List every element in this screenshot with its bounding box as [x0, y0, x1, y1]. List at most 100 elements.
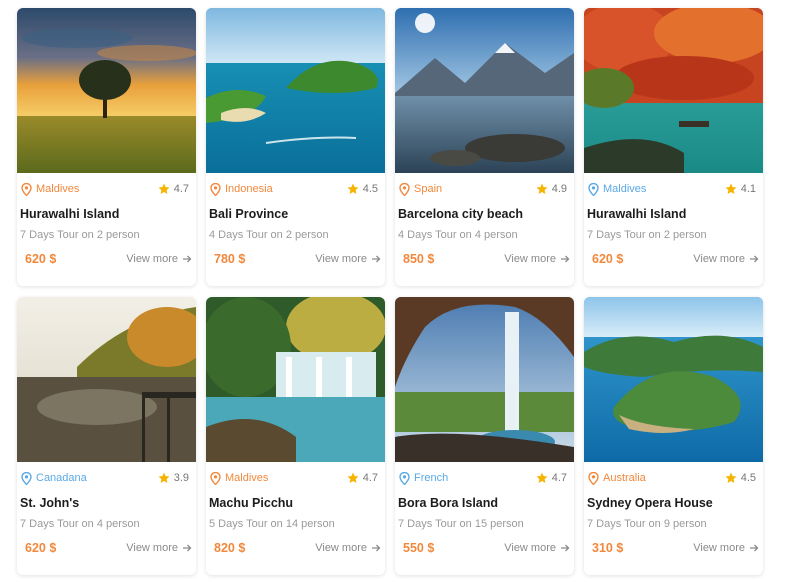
- tour-price: 620 $: [592, 252, 624, 266]
- tour-price: 620 $: [25, 541, 57, 555]
- view-more-label: View more: [504, 253, 556, 265]
- view-more-link[interactable]: View more: [315, 542, 381, 554]
- location-pin-icon: [399, 182, 410, 196]
- tour-title[interactable]: Machu Picchu: [206, 496, 385, 510]
- arrow-right-icon: [372, 255, 381, 263]
- tour-price: 820 $: [214, 541, 246, 555]
- location-pin-icon: [588, 471, 599, 485]
- tour-photo-mountain-lake[interactable]: [395, 8, 574, 173]
- arrow-right-icon: [183, 544, 192, 552]
- tour-price: 620 $: [25, 252, 57, 266]
- location: Indonesia: [210, 182, 273, 196]
- tour-title[interactable]: Bali Province: [206, 207, 385, 221]
- star-icon: [536, 183, 548, 194]
- view-more-link[interactable]: View more: [693, 253, 759, 265]
- tour-card[interactable]: Spain 4.9 Barcelona city beach 4 Days To…: [395, 8, 574, 286]
- tour-title[interactable]: St. John's: [17, 496, 196, 510]
- tour-photo-waterfall-jungle[interactable]: [206, 297, 385, 462]
- view-more-label: View more: [693, 542, 745, 554]
- view-more-label: View more: [315, 253, 367, 265]
- star-icon: [158, 472, 170, 483]
- star-icon: [158, 183, 170, 194]
- rating-value: 4.7: [173, 183, 189, 195]
- location-pin-icon: [588, 182, 599, 196]
- view-more-link[interactable]: View more: [315, 253, 381, 265]
- tour-duration: 4 Days Tour on 4 person: [398, 229, 518, 241]
- tour-price: 850 $: [403, 252, 435, 266]
- tour-price: 780 $: [214, 252, 246, 266]
- rating: 4.9: [536, 183, 567, 195]
- star-icon: [725, 472, 737, 483]
- location-pin-icon: [210, 182, 221, 196]
- location: Canadana: [21, 471, 87, 485]
- location: Maldives: [588, 182, 646, 196]
- rating-value: 4.5: [740, 472, 756, 484]
- tour-title[interactable]: Hurawalhi Island: [17, 207, 196, 221]
- arrow-right-icon: [183, 255, 192, 263]
- tour-duration: 7 Days Tour on 2 person: [587, 229, 707, 241]
- rating: 4.5: [347, 183, 378, 195]
- rating: 4.5: [725, 472, 756, 484]
- tour-duration: 7 Days Tour on 9 person: [587, 518, 707, 530]
- view-more-link[interactable]: View more: [693, 542, 759, 554]
- rating-value: 4.7: [362, 472, 378, 484]
- arrow-right-icon: [750, 255, 759, 263]
- rating: 4.7: [158, 183, 189, 195]
- view-more-label: View more: [504, 542, 556, 554]
- arrow-right-icon: [372, 544, 381, 552]
- tour-photo-autumn-river[interactable]: [584, 8, 763, 173]
- view-more-label: View more: [315, 542, 367, 554]
- tour-photo-sunset-tree[interactable]: [17, 8, 196, 173]
- tour-card-grid: Maldives 4.7 Hurawalhi Island 7 Days Tou…: [17, 8, 763, 575]
- tour-card[interactable]: French 4.7 Bora Bora Island 7 Days Tour …: [395, 297, 574, 575]
- tour-card[interactable]: Maldives 4.7 Machu Picchu 5 Days Tour on…: [206, 297, 385, 575]
- tour-title[interactable]: Barcelona city beach: [395, 207, 574, 221]
- tour-duration: 7 Days Tour on 4 person: [20, 518, 140, 530]
- tour-price: 310 $: [592, 541, 624, 555]
- tour-title[interactable]: Sydney Opera House: [584, 496, 763, 510]
- view-more-link[interactable]: View more: [504, 253, 570, 265]
- arrow-right-icon: [561, 255, 570, 263]
- tour-card[interactable]: Indonesia 4.5 Bali Province 4 Days Tour …: [206, 8, 385, 286]
- tour-photo-cave-waterfall[interactable]: [395, 297, 574, 462]
- location-label: Spain: [414, 183, 443, 195]
- tour-photo-island-bay[interactable]: [206, 8, 385, 173]
- arrow-right-icon: [750, 544, 759, 552]
- view-more-label: View more: [693, 253, 745, 265]
- location: Australia: [588, 471, 646, 485]
- location-label: Maldives: [225, 472, 269, 484]
- view-more-label: View more: [126, 253, 178, 265]
- location-pin-icon: [21, 471, 32, 485]
- view-more-link[interactable]: View more: [126, 253, 192, 265]
- tour-photo-forest-lake[interactable]: [17, 297, 196, 462]
- tour-duration: 7 Days Tour on 15 person: [398, 518, 524, 530]
- location: Maldives: [21, 182, 80, 196]
- location-label: Canadana: [36, 472, 87, 484]
- tour-card[interactable]: Maldives 4.7 Hurawalhi Island 7 Days Tou…: [17, 8, 196, 286]
- location-label: Australia: [603, 472, 646, 484]
- view-more-link[interactable]: View more: [504, 542, 570, 554]
- rating: 3.9: [158, 472, 189, 484]
- rating-value: 3.9: [173, 472, 189, 484]
- location-pin-icon: [21, 182, 32, 196]
- rating-value: 4.5: [362, 183, 378, 195]
- rating: 4.1: [725, 183, 756, 195]
- tour-duration: 5 Days Tour on 14 person: [209, 518, 335, 530]
- rating-value: 4.1: [740, 183, 756, 195]
- location: Spain: [399, 182, 443, 196]
- tour-title[interactable]: Hurawalhi Island: [584, 207, 763, 221]
- view-more-link[interactable]: View more: [126, 542, 192, 554]
- arrow-right-icon: [561, 544, 570, 552]
- location-label: Indonesia: [225, 183, 273, 195]
- location-pin-icon: [210, 471, 221, 485]
- tour-card[interactable]: Canadana 3.9 St. John's 7 Days Tour on 4…: [17, 297, 196, 575]
- tour-price: 550 $: [403, 541, 435, 555]
- tour-card[interactable]: Maldives 4.1 Hurawalhi Island 7 Days Tou…: [584, 8, 763, 286]
- view-more-label: View more: [126, 542, 178, 554]
- tour-title[interactable]: Bora Bora Island: [395, 496, 574, 510]
- tour-photo-coastal-island[interactable]: [584, 297, 763, 462]
- location-label: Maldives: [36, 183, 80, 195]
- rating: 4.7: [536, 472, 567, 484]
- rating-value: 4.7: [551, 472, 567, 484]
- tour-card[interactable]: Australia 4.5 Sydney Opera House 7 Days …: [584, 297, 763, 575]
